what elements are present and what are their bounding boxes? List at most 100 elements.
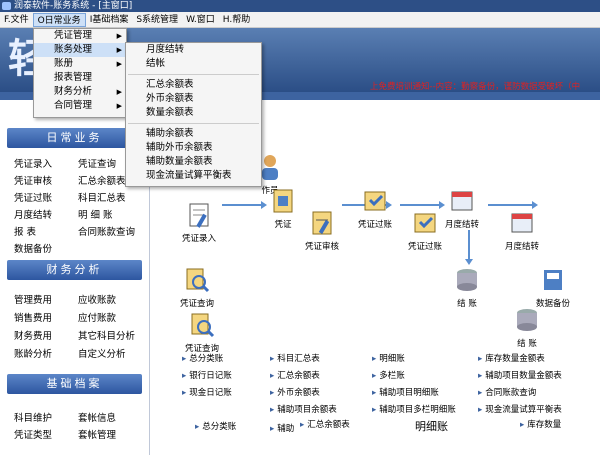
link-admin-expense[interactable]: 管理费用 xyxy=(14,292,52,306)
menu-item-balance-summary[interactable]: 汇总余额表 xyxy=(126,78,261,92)
link-reports[interactable]: 报 表 xyxy=(14,224,36,238)
link-finance-expense[interactable]: 财务费用 xyxy=(14,328,52,342)
menu-item-ledger[interactable]: 账册 ▶ xyxy=(34,57,126,71)
link-other-analysis[interactable]: 其它科目分析 xyxy=(78,328,135,342)
report-link[interactable]: 辅助项目多栏明细账 xyxy=(372,403,456,415)
node-data-backup[interactable]: 数据备份 xyxy=(536,265,570,309)
arrow-down xyxy=(465,230,473,265)
menu-item-contract[interactable]: 合同管理 ▶ xyxy=(34,99,126,113)
report-link[interactable]: 汇总余额表 xyxy=(300,418,350,430)
voucher-entry-icon xyxy=(189,203,209,228)
menu-help[interactable]: H.帮助 xyxy=(219,13,254,27)
link-voucher-audit[interactable]: 凭证审核 xyxy=(14,173,52,187)
menu-window[interactable]: W.窗口 xyxy=(182,13,219,27)
link-custom-analysis[interactable]: 自定义分析 xyxy=(78,346,126,360)
menu-separator xyxy=(128,74,259,75)
menu-item-month-close[interactable]: 月度结转 xyxy=(126,43,261,57)
link-account-maintain[interactable]: 科目维护 xyxy=(14,410,52,424)
report-link[interactable]: 现金日记账 xyxy=(182,386,232,398)
menu-item-cashflow-trial[interactable]: 现金流量试算平衡表 xyxy=(126,169,261,183)
node-close-1[interactable]: 结 账 xyxy=(452,265,482,309)
link-book-info[interactable]: 套帐信息 xyxy=(78,410,116,424)
link-receivables[interactable]: 应收账款 xyxy=(78,292,116,306)
menu-item-voucher[interactable]: 凭证管理 ▶ xyxy=(34,29,126,43)
link-month-close[interactable]: 月度结转 xyxy=(14,207,52,221)
node-voucher-post[interactable]: 凭证过账 xyxy=(358,186,392,230)
magnifier-icon-2 xyxy=(191,313,215,338)
menu-bar: F.文件 O日常业务 I基础档案 S系统管理 W.窗口 H.帮助 xyxy=(0,12,600,28)
node-submit[interactable]: 凭证 xyxy=(268,186,298,230)
menu-daily-business[interactable]: O日常业务 xyxy=(32,12,86,27)
report-link[interactable]: 科目汇总表 xyxy=(270,352,320,364)
report-link[interactable]: 库存数量金额表 xyxy=(478,352,545,364)
menu-item-finance-analysis[interactable]: 财务分析 ▶ xyxy=(34,85,126,99)
calendar-icon xyxy=(451,191,473,211)
report-link[interactable]: 银行日记账 xyxy=(182,369,232,381)
report-link[interactable]: 辅助 xyxy=(270,422,294,434)
report-link[interactable]: 辅助项目余额表 xyxy=(270,403,337,415)
chevron-right-icon: ▶ xyxy=(116,102,122,110)
link-voucher-type[interactable]: 凭证类型 xyxy=(14,427,52,441)
menu-item-report-manage[interactable]: 报表管理 xyxy=(34,71,126,85)
menu-item-aux-quantity-balance[interactable]: 辅助数量余额表 xyxy=(126,155,261,169)
arrow xyxy=(222,201,267,209)
menu-item-close-books[interactable]: 结帐 xyxy=(126,57,261,71)
menu-item-account-processing[interactable]: 账务处理 ▶ xyxy=(34,43,126,57)
arrow xyxy=(400,201,445,209)
report-link[interactable]: 辅助项目明细账 xyxy=(372,386,439,398)
post-icon xyxy=(364,191,386,211)
menu-item-foreign-balance[interactable]: 外币余额表 xyxy=(126,92,261,106)
report-link[interactable]: 库存数量 xyxy=(520,418,561,430)
menu-item-aux-foreign-balance[interactable]: 辅助外币余额表 xyxy=(126,141,261,155)
link-aging-analysis[interactable]: 账龄分析 xyxy=(14,346,52,360)
node-audit[interactable]: 凭证审核 xyxy=(305,208,339,252)
post-icon-2 xyxy=(414,213,436,233)
menu-system[interactable]: S系统管理 xyxy=(132,13,182,27)
node-month-close-2[interactable]: 月度结转 xyxy=(505,208,539,252)
database-icon-2 xyxy=(517,309,537,331)
section-daily: 日常业务 xyxy=(7,128,142,148)
report-link[interactable]: 汇总余额表 xyxy=(270,369,320,381)
node-post-2[interactable]: 凭证过账 xyxy=(408,208,442,252)
report-link[interactable]: 总分类账 xyxy=(182,352,223,364)
report-link[interactable]: 总分类账 xyxy=(195,420,236,432)
arrow xyxy=(488,201,538,209)
link-book-manage[interactable]: 套帐管理 xyxy=(78,427,116,441)
calendar-icon-2 xyxy=(511,213,533,233)
submenu-account-processing: 月度结转 结帐 汇总余额表 外币余额表 数量余额表 辅助余额表 辅助外币余额表 … xyxy=(125,42,262,187)
dropdown-daily-business: 凭证管理 ▶ 账务处理 ▶ 账册 ▶ 报表管理 财务分析 ▶ 合同管理 ▶ xyxy=(33,28,127,118)
node-voucher-query-2[interactable]: 凭证查询 xyxy=(185,310,219,354)
report-link[interactable]: 多栏账 xyxy=(372,369,405,381)
section-base: 基础档案 xyxy=(7,374,142,394)
link-account-summary[interactable]: 科目汇总表 xyxy=(78,190,126,204)
database-icon xyxy=(457,269,477,291)
link-voucher-entry[interactable]: 凭证录入 xyxy=(14,156,52,170)
report-link[interactable]: 外币余额表 xyxy=(270,386,320,398)
link-sales-expense[interactable]: 销售费用 xyxy=(14,310,52,324)
report-link[interactable]: 合同账款查询 xyxy=(478,386,536,398)
document-icon xyxy=(273,189,293,213)
report-link[interactable]: 明细账 xyxy=(372,352,405,364)
link-balance-summary[interactable]: 汇总余额表 xyxy=(78,173,126,187)
link-contract-query[interactable]: 合同账款查询 xyxy=(78,224,135,238)
node-voucher-query-1[interactable]: 凭证查询 xyxy=(180,265,214,309)
menu-item-aux-balance[interactable]: 辅助余额表 xyxy=(126,127,261,141)
section-analysis: 财务分析 xyxy=(7,260,142,280)
report-link[interactable]: 辅助项目数量金额表 xyxy=(478,369,562,381)
menu-file[interactable]: F.文件 xyxy=(0,13,33,27)
link-payables[interactable]: 应付账款 xyxy=(78,310,116,324)
menu-item-quantity-balance[interactable]: 数量余额表 xyxy=(126,106,261,120)
link-data-backup[interactable]: 数据备份 xyxy=(14,241,52,255)
backup-icon xyxy=(544,270,562,290)
chevron-right-icon: ▶ xyxy=(116,32,122,40)
node-close-2[interactable]: 结 账 xyxy=(512,305,542,349)
node-voucher-entry[interactable]: 凭证录入 xyxy=(182,200,216,244)
node-month-close[interactable]: 月度结转 xyxy=(445,186,479,230)
link-voucher-post[interactable]: 凭证过账 xyxy=(14,190,52,204)
link-voucher-query[interactable]: 凭证查询 xyxy=(78,156,116,170)
report-link[interactable]: 现金流量试算平衡表 xyxy=(478,403,562,415)
link-detail-ledger[interactable]: 明 细 账 xyxy=(78,207,113,221)
menu-base-archives[interactable]: I基础档案 xyxy=(86,13,133,27)
bottom-detail-label[interactable]: 明细账 xyxy=(415,418,448,434)
chevron-right-icon: ▶ xyxy=(116,88,122,96)
